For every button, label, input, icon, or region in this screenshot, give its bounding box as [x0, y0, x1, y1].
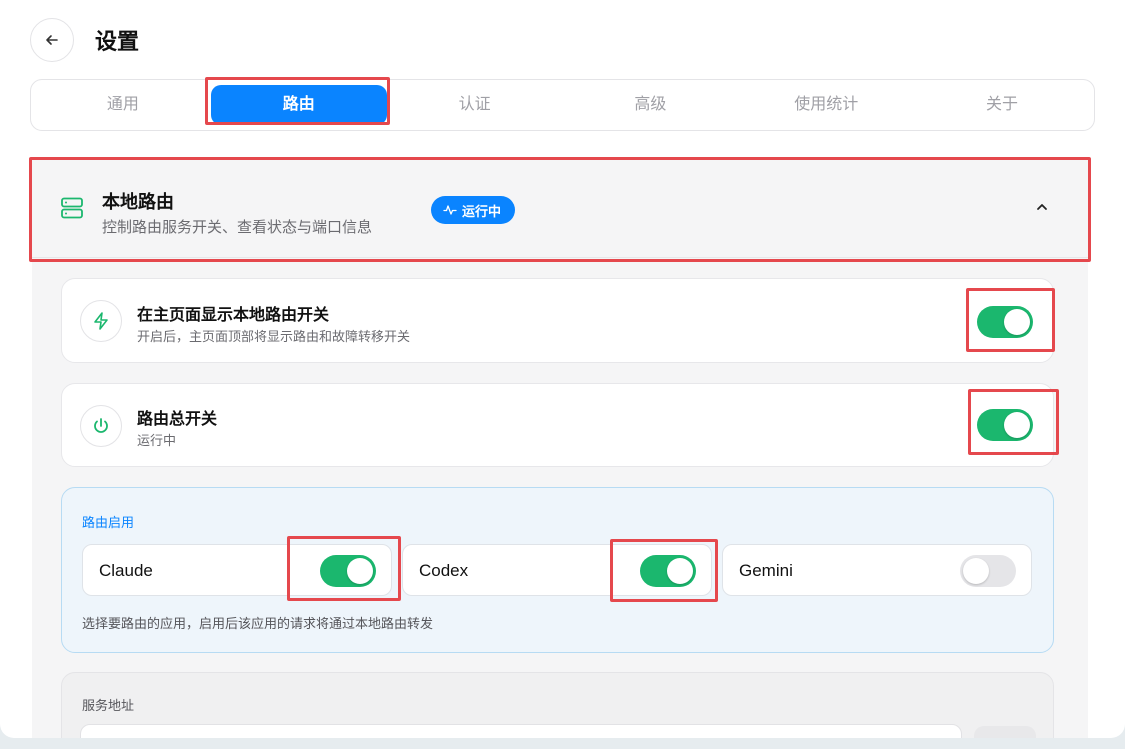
arrow-left-icon: [46, 35, 58, 45]
toggle-knob: [667, 558, 693, 584]
tab-usage-stats[interactable]: 使用统计: [738, 85, 914, 125]
section-subtitle: 控制路由服务开关、查看状态与端口信息: [102, 219, 373, 236]
service-address-label: 服务地址: [82, 698, 135, 713]
app-card-codex: Codex: [402, 544, 712, 596]
app-card-claude: Claude: [82, 544, 392, 596]
status-badge: 运行中: [431, 196, 516, 224]
service-address-button[interactable]: [974, 726, 1036, 738]
service-address-panel: 服务地址: [61, 672, 1054, 738]
toggle-knob: [1004, 309, 1030, 335]
service-address-input[interactable]: [80, 724, 962, 738]
power-icon: [94, 418, 108, 433]
apps-hint: 选择要路由的应用，启用后该应用的请求将通过本地路由转发: [82, 616, 434, 631]
gemini-toggle[interactable]: [960, 555, 1016, 587]
tab-auth[interactable]: 认证: [387, 85, 563, 125]
setting-subtitle: 开启后，主页面顶部将显示路由和故障转移开关: [137, 329, 411, 344]
apps-panel: 路由启用 Claude Codex Gemini 选择要路由的应用，启用后该应用…: [61, 487, 1054, 653]
page-header: 设置: [30, 18, 139, 62]
setting-icon-wrap: [80, 300, 122, 342]
setting-icon-wrap: [80, 405, 122, 447]
lightning-icon: [94, 312, 108, 330]
app-name: Claude: [99, 561, 153, 580]
back-button[interactable]: [30, 18, 74, 62]
tab-routing[interactable]: 路由: [210, 85, 387, 125]
show-home-toggle[interactable]: [977, 306, 1033, 338]
page-title: 设置: [95, 29, 140, 54]
setting-title: 在主页面显示本地路由开关: [137, 307, 330, 324]
master-toggle[interactable]: [977, 409, 1033, 441]
codex-toggle[interactable]: [640, 555, 696, 587]
app-card-gemini: Gemini: [722, 544, 1032, 596]
chevron-up-icon[interactable]: [1035, 200, 1049, 214]
local-routing-body: 在主页面显示本地路由开关 开启后，主页面顶部将显示路由和故障转移开关 路由总开关…: [32, 258, 1088, 738]
show-switch-on-home-setting: 在主页面显示本地路由开关 开启后，主页面顶部将显示路由和故障转移开关: [61, 278, 1054, 363]
master-switch-setting: 路由总开关 运行中: [61, 383, 1054, 467]
claude-toggle[interactable]: [320, 555, 376, 587]
local-routing-header[interactable]: 本地路由 控制路由服务开关、查看状态与端口信息 运行中: [32, 160, 1088, 258]
toggle-knob: [963, 558, 989, 584]
tab-advanced[interactable]: 高级: [562, 85, 738, 125]
status-badge-label: 运行中: [462, 203, 502, 219]
setting-title: 路由总开关: [137, 411, 218, 428]
app-name: Gemini: [739, 561, 793, 580]
tab-general[interactable]: 通用: [35, 85, 211, 125]
settings-window: 设置 通用 路由 认证 高级 使用统计 关于 本地路由 控制路由服务开关、查看状…: [0, 0, 1125, 738]
setting-subtitle: 运行中: [137, 433, 177, 448]
server-icon: [61, 197, 83, 219]
section-title: 本地路由: [102, 192, 174, 212]
settings-tabs: 通用 路由 认证 高级 使用统计 关于: [30, 79, 1095, 131]
tab-about[interactable]: 关于: [914, 85, 1090, 125]
activity-icon: [443, 205, 457, 215]
apps-label: 路由启用: [82, 515, 135, 530]
toggle-knob: [1004, 412, 1030, 438]
app-name: Codex: [419, 561, 469, 580]
toggle-knob: [347, 558, 373, 584]
